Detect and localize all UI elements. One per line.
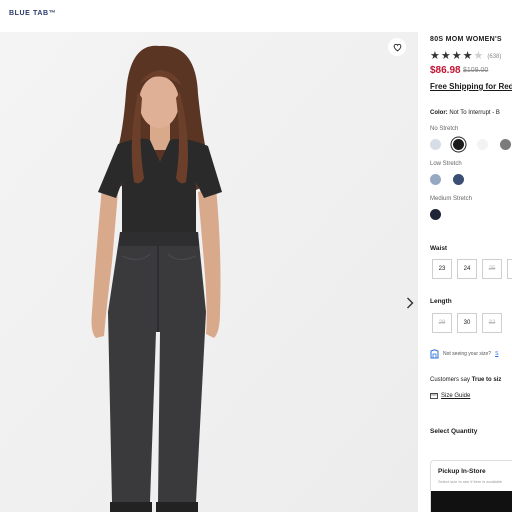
product-details-panel: 80S MOM WOMEN'S ★ ★ ★ ★ ★ (638) $86.98 $… xyxy=(420,32,512,512)
pickup-in-store-card[interactable]: Pickup In-Store Select size to see if it… xyxy=(430,460,512,512)
waist-size-option[interactable]: 24 xyxy=(457,259,477,279)
length-size-option[interactable]: 30 xyxy=(457,313,477,333)
customer-fit-value: True to siz xyxy=(471,377,502,383)
star-icon: ★ xyxy=(440,50,451,62)
color-swatch[interactable] xyxy=(453,174,464,185)
fit-help: Not seeing your size? S xyxy=(430,349,498,359)
next-image-chevron-icon[interactable] xyxy=(403,294,417,312)
ruler-icon xyxy=(430,393,438,399)
free-shipping-link[interactable]: Free Shipping for Red xyxy=(430,82,512,91)
star-icon: ★ xyxy=(473,50,484,62)
color-value: Not To Interrupt - B xyxy=(449,110,500,116)
color-swatch[interactable] xyxy=(430,174,441,185)
size-guide-link[interactable]: Size Guide xyxy=(430,393,470,399)
waist-size-option[interactable] xyxy=(507,259,512,279)
star-icon: ★ xyxy=(451,50,462,62)
model-figure xyxy=(0,32,418,512)
star-icon: ★ xyxy=(430,50,440,62)
add-to-bag-button[interactable] xyxy=(431,491,512,512)
rating-stars[interactable]: ★ ★ ★ ★ ★ (638) xyxy=(430,51,501,62)
size-guide-label: Size Guide xyxy=(441,393,471,399)
sale-price: $86.98 xyxy=(430,65,461,76)
group-medium-stretch: Medium Stretch xyxy=(430,196,473,202)
waist-label: Waist xyxy=(430,245,448,252)
product-title: 80S MOM WOMEN'S xyxy=(430,36,502,43)
brand-logo[interactable]: BLUE TAB™ xyxy=(9,10,56,17)
customer-fit-note: Customers say True to siz xyxy=(430,377,501,383)
color-label-heading: Color: xyxy=(430,110,448,116)
top-bar: BLUE TAB™ xyxy=(0,0,512,32)
waist-size-option[interactable]: 23 xyxy=(432,259,452,279)
star-icon: ★ xyxy=(462,50,473,62)
length-size-option-unavailable[interactable]: 32 xyxy=(482,313,502,333)
waist-size-option-unavailable[interactable]: 25 xyxy=(482,259,502,279)
pickup-subtitle: Select size to see if item is available xyxy=(438,479,503,484)
length-size-option-unavailable[interactable]: 28 xyxy=(432,313,452,333)
fit-help-link[interactable]: S xyxy=(495,351,498,357)
fit-help-text: Not seeing your size? xyxy=(443,351,492,357)
color-label: Color: Not To Interrupt - B xyxy=(430,110,500,116)
review-count[interactable]: (638) xyxy=(487,54,501,60)
product-photo[interactable] xyxy=(0,32,418,512)
color-swatch[interactable] xyxy=(430,209,441,220)
color-swatch[interactable] xyxy=(430,139,441,150)
group-low-stretch: Low Stretch xyxy=(430,161,462,167)
group-no-stretch: No Stretch xyxy=(430,126,459,132)
original-price: $109.00 xyxy=(463,67,489,74)
pickup-title: Pickup In-Store xyxy=(438,468,486,475)
customer-fit-prefix: Customers say xyxy=(430,377,471,383)
color-swatch-selected[interactable] xyxy=(453,139,464,150)
length-label: Length xyxy=(430,298,452,305)
wishlist-heart-icon[interactable] xyxy=(388,38,406,56)
hanger-icon xyxy=(430,349,439,359)
select-quantity-label: Select Quantity xyxy=(430,428,478,435)
color-swatch[interactable] xyxy=(477,139,488,150)
color-swatch[interactable] xyxy=(500,139,511,150)
